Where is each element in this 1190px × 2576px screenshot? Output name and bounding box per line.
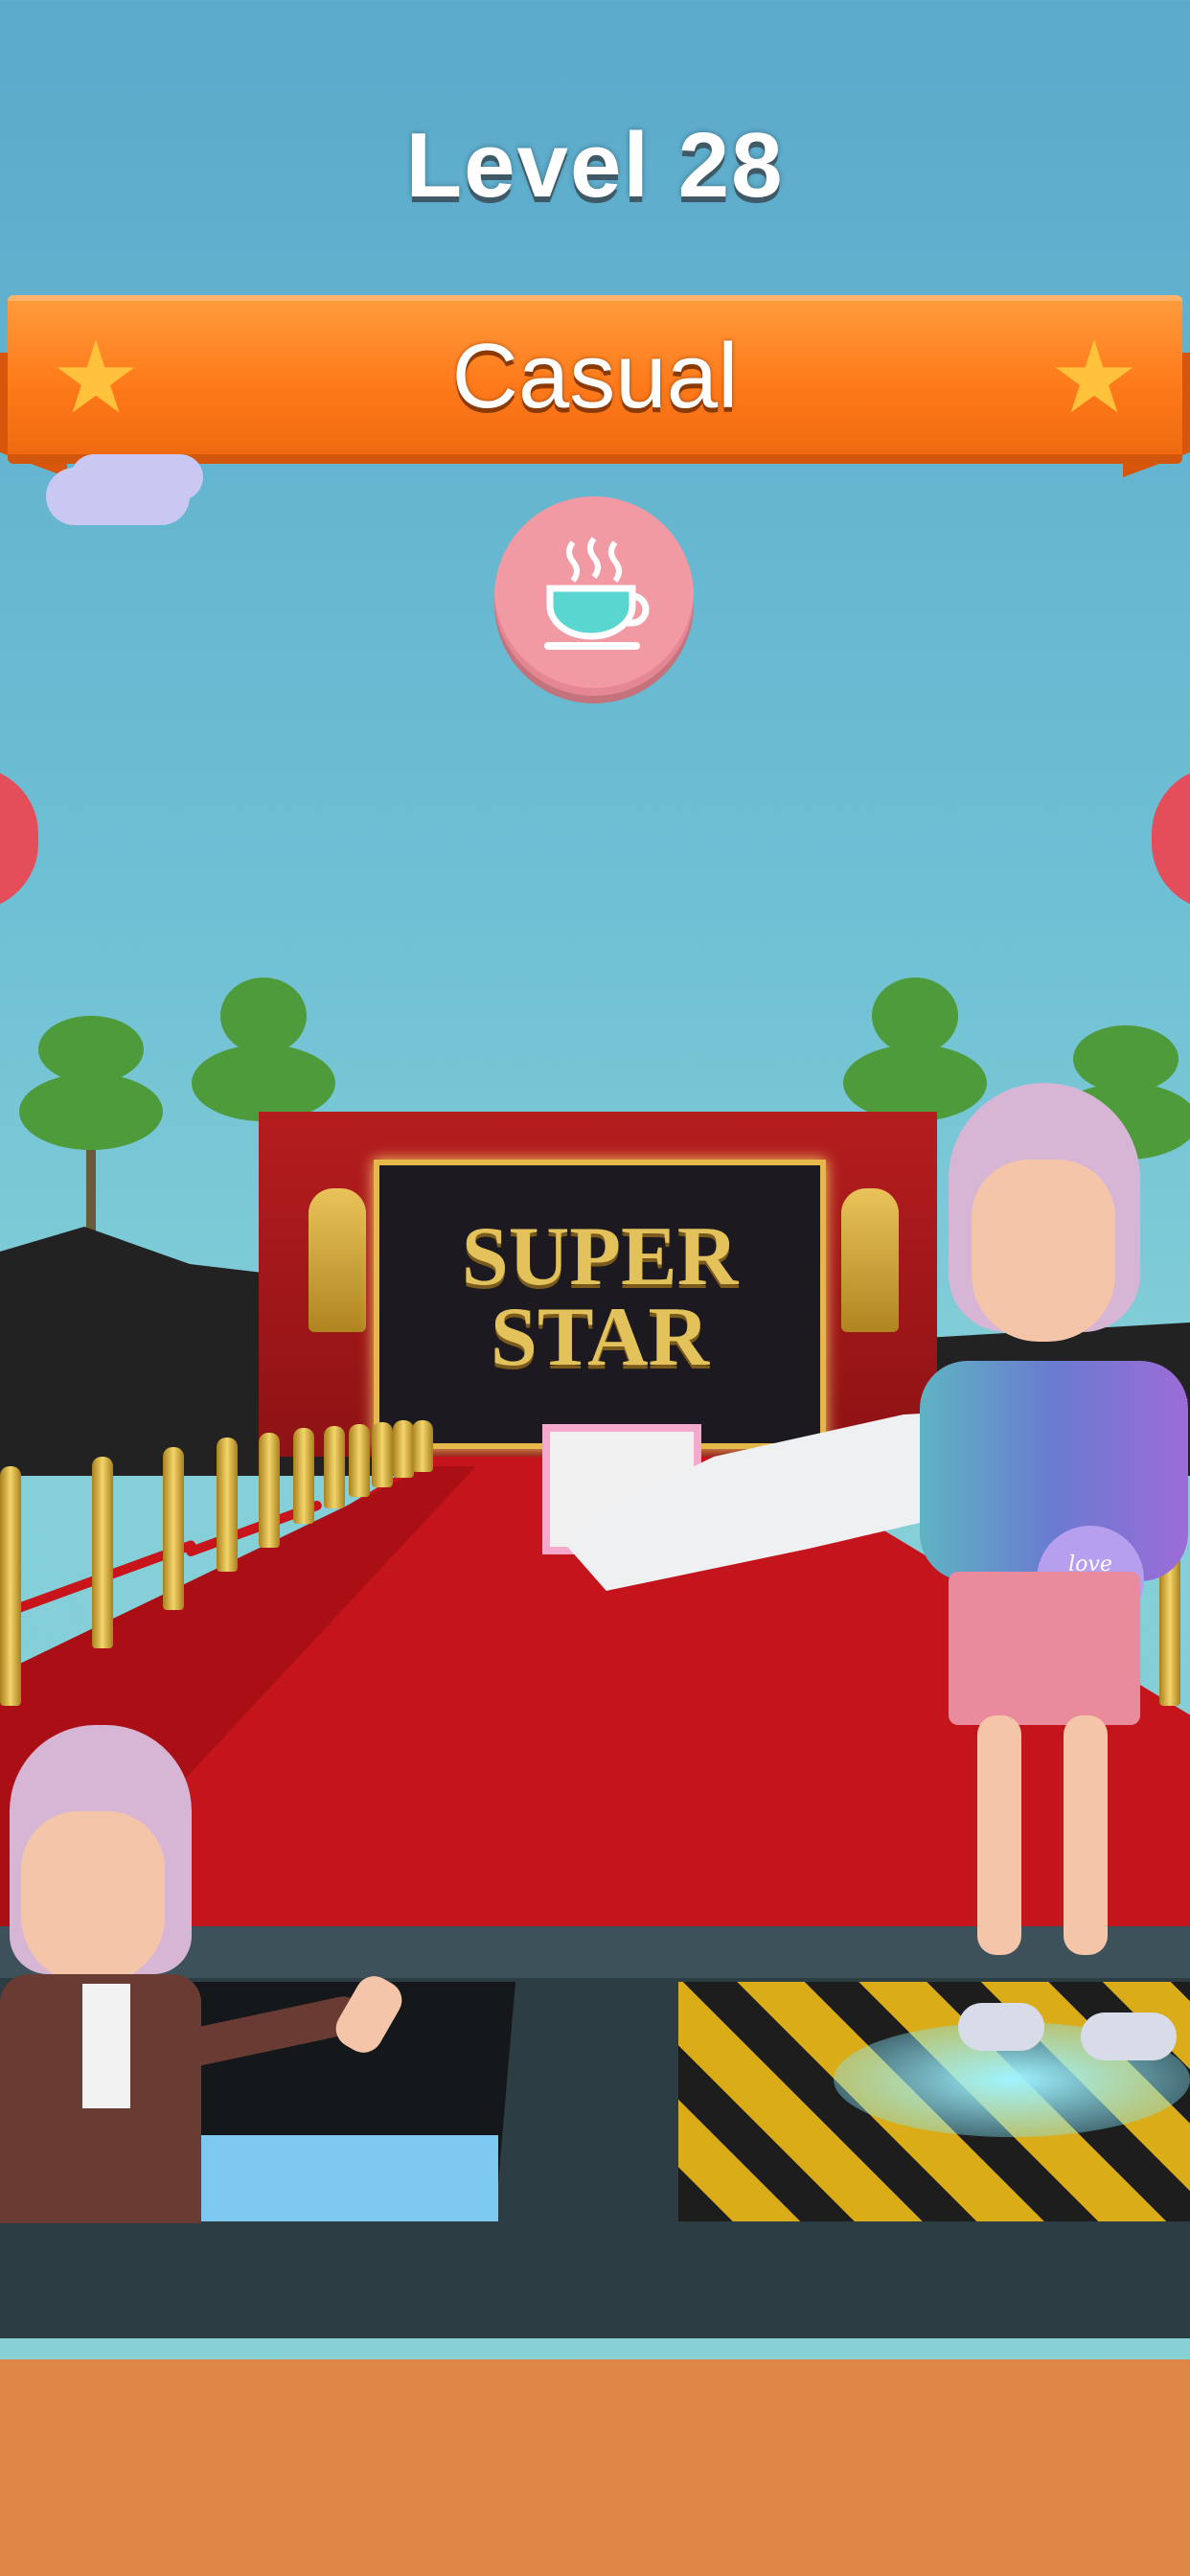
category-label: Casual [451,325,739,427]
player-character-left[interactable] [0,1725,431,2223]
player-character-right[interactable]: love mode [891,1083,1190,2118]
bottom-panel [0,2359,1190,2576]
previous-arrow-button[interactable] [0,767,38,910]
superstar-screen: SUPER STAR [374,1160,826,1449]
tree [19,987,163,1236]
category-banner: Casual [0,295,1190,477]
cloud-decoration [46,468,190,525]
superstar-line-2: STAR [490,1291,710,1384]
trophy-statue-right [841,1188,899,1332]
superstar-line-1: SUPER [461,1210,739,1303]
banner-ribbon: Casual [8,295,1182,464]
coffee-cup-icon [544,537,650,650]
category-icon-button[interactable] [494,496,694,696]
next-arrow-button[interactable] [1152,767,1190,910]
trophy-statue-left [309,1188,366,1332]
superstar-text: SUPER STAR [379,1210,820,1384]
level-title: Level 28 [405,114,785,217]
